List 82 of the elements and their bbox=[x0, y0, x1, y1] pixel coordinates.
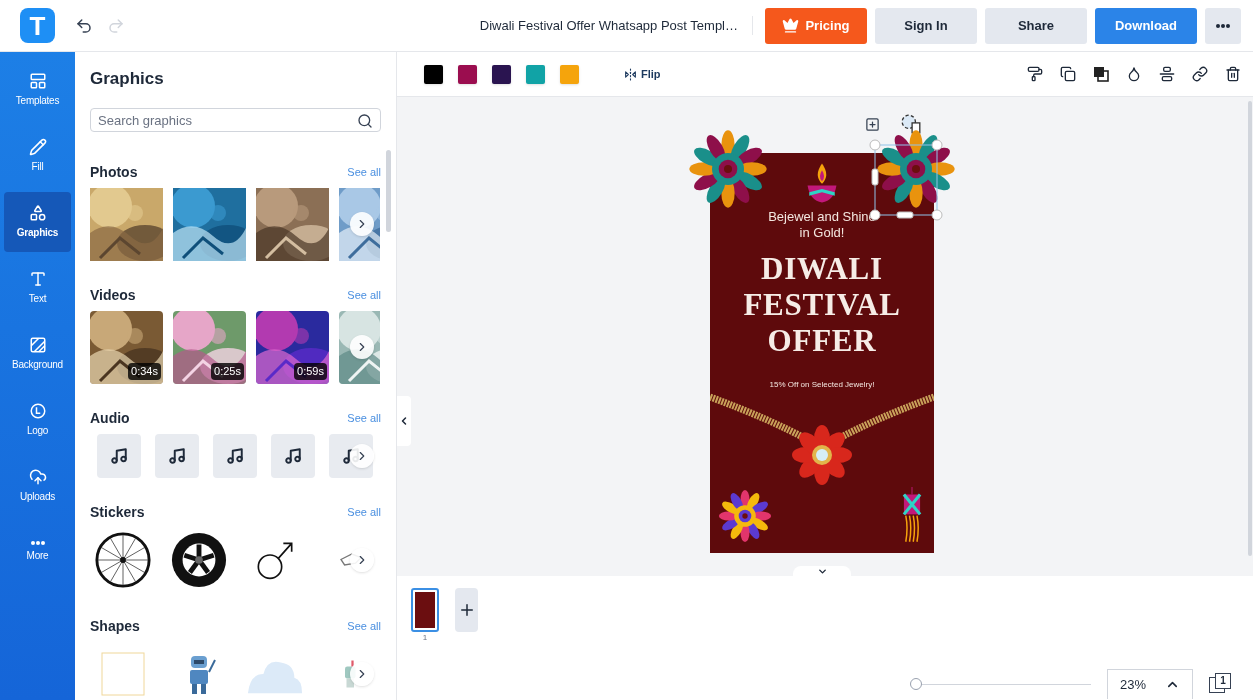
flip-button[interactable]: Flip bbox=[624, 65, 661, 83]
download-button[interactable]: Download bbox=[1095, 7, 1197, 44]
more-icon bbox=[1216, 23, 1230, 28]
page-number: 1 bbox=[422, 632, 428, 644]
wheel-icon bbox=[94, 530, 152, 589]
section-title: Shapes bbox=[90, 616, 140, 636]
pencil-icon bbox=[28, 138, 47, 156]
trash-icon[interactable] bbox=[1225, 66, 1241, 82]
pricing-button[interactable]: Pricing bbox=[765, 7, 867, 44]
search-icon bbox=[357, 112, 373, 129]
crown-icon bbox=[782, 17, 800, 34]
search-field[interactable]: Search graphics bbox=[90, 108, 381, 132]
undo-icon[interactable] bbox=[75, 16, 93, 35]
layers-icon[interactable] bbox=[1093, 66, 1109, 82]
droplet-icon[interactable] bbox=[1126, 66, 1142, 82]
section-title: Photos bbox=[90, 162, 138, 182]
see-all-link[interactable]: See all bbox=[347, 286, 381, 304]
color-swatch[interactable] bbox=[424, 64, 443, 84]
color-swatch[interactable] bbox=[492, 64, 511, 84]
see-all-link[interactable]: See all bbox=[347, 409, 381, 427]
paint-roller-icon[interactable] bbox=[1027, 66, 1043, 82]
section-title: Audio bbox=[90, 408, 130, 428]
sidebar-item[interactable]: Text bbox=[4, 258, 71, 318]
add-page-button[interactable] bbox=[455, 588, 478, 632]
see-all-link[interactable]: See all bbox=[347, 503, 381, 521]
design-headline: FESTIVAL bbox=[743, 287, 901, 323]
clock-icon bbox=[28, 402, 47, 420]
mandala-drawing bbox=[718, 489, 772, 543]
audio-tile[interactable] bbox=[97, 433, 141, 478]
tire-icon bbox=[170, 530, 228, 589]
templates-icon bbox=[28, 72, 47, 90]
design-headline: DIWALI bbox=[761, 251, 883, 287]
audio-tile[interactable] bbox=[271, 433, 315, 478]
sidebar-item[interactable]: Logo bbox=[4, 390, 71, 450]
panel-title: Graphics bbox=[90, 68, 165, 90]
sidebar-item[interactable]: More bbox=[4, 522, 71, 582]
cloud-upload-icon bbox=[28, 468, 47, 486]
sidebar-item[interactable]: Uploads bbox=[4, 456, 71, 516]
square-frame-icon bbox=[101, 651, 145, 696]
color-swatch[interactable] bbox=[560, 64, 579, 84]
lantern-drawing bbox=[902, 487, 922, 543]
page-thumbnail[interactable] bbox=[411, 588, 439, 632]
rotate-copy-icon[interactable] bbox=[900, 113, 922, 135]
sidebar-item[interactable]: Templates bbox=[4, 60, 71, 120]
video-duration: 0:34s bbox=[128, 363, 161, 380]
music-note-icon bbox=[168, 446, 186, 465]
sidebar-item[interactable]: Background bbox=[4, 324, 71, 384]
video-duration: 0:59s bbox=[294, 363, 327, 380]
color-swatch[interactable] bbox=[526, 64, 545, 84]
music-note-icon bbox=[226, 446, 244, 465]
shapes-icon bbox=[28, 204, 47, 222]
toolbar-button[interactable]: Sign In bbox=[875, 7, 977, 44]
more-icon bbox=[30, 541, 45, 545]
see-all-link[interactable]: See all bbox=[347, 163, 381, 181]
video-duration: 0:25s bbox=[211, 363, 244, 380]
color-swatch[interactable] bbox=[458, 64, 477, 84]
more-button[interactable] bbox=[1205, 7, 1241, 44]
zoom-slider[interactable] bbox=[911, 678, 1091, 690]
align-icon[interactable] bbox=[1159, 66, 1175, 82]
flip-icon bbox=[624, 67, 637, 81]
next-button[interactable] bbox=[350, 547, 374, 572]
sidebar-item[interactable]: Graphics bbox=[4, 192, 71, 252]
next-button[interactable] bbox=[350, 661, 374, 686]
section-title: Stickers bbox=[90, 502, 145, 522]
hatched-square-icon bbox=[28, 336, 47, 354]
zoom-field[interactable]: 23% bbox=[1107, 669, 1193, 699]
document-title: Diwali Festival Offer Whatsapp Post Templ… bbox=[479, 15, 753, 36]
section-title: Videos bbox=[90, 285, 136, 305]
add-element-icon[interactable] bbox=[865, 117, 880, 132]
design-subline: 15% Off on Selected Jewelry! bbox=[769, 379, 875, 391]
link-icon[interactable] bbox=[1192, 66, 1208, 82]
see-all-link[interactable]: See all bbox=[347, 617, 381, 635]
audio-tile[interactable] bbox=[155, 433, 199, 478]
design-headline: OFFER bbox=[767, 323, 877, 359]
app-logo[interactable]: T bbox=[20, 8, 55, 43]
text-icon bbox=[28, 270, 47, 288]
copy-icon[interactable] bbox=[1060, 66, 1076, 82]
music-note-icon bbox=[284, 446, 302, 465]
audio-tile[interactable] bbox=[213, 433, 257, 478]
music-note-icon bbox=[110, 446, 128, 465]
toolbar-button[interactable]: Share bbox=[985, 7, 1087, 44]
sidebar-item[interactable]: Fill bbox=[4, 126, 71, 186]
